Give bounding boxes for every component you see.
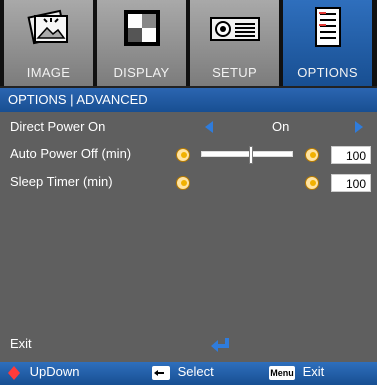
slider-knob[interactable] xyxy=(249,146,253,164)
row-sleep-timer[interactable]: Sleep Timer (min) 100 xyxy=(0,172,377,194)
left-arrow-icon[interactable] xyxy=(205,121,213,133)
display-icon xyxy=(123,10,160,46)
right-arrow-icon[interactable] xyxy=(355,121,363,133)
menu-key-icon: Menu xyxy=(269,365,295,380)
tab-setup-label: SETUP xyxy=(212,65,257,80)
footer-bar: UpDown Select Menu Exit xyxy=(0,362,377,385)
projector-osd-menu: IMAGE DISPLAY SETUP OPTIONS OPTIONS | AD… xyxy=(0,0,377,385)
footer-select: Select xyxy=(152,364,214,380)
footer-updown-label: UpDown xyxy=(29,364,80,379)
setup-icon xyxy=(209,17,260,41)
auto-power-off-value: 100 xyxy=(331,146,371,164)
increase-brightness-icon[interactable] xyxy=(305,176,319,190)
direct-power-on-label: Direct Power On xyxy=(10,119,106,134)
tab-options[interactable]: OPTIONS xyxy=(283,0,372,86)
auto-power-off-slider[interactable] xyxy=(201,151,293,157)
tab-display[interactable]: DISPLAY xyxy=(97,0,186,86)
enter-arrow-icon[interactable] xyxy=(210,336,232,354)
tab-options-label: OPTIONS xyxy=(297,65,358,80)
row-direct-power-on[interactable]: Direct Power On On xyxy=(0,117,377,139)
decrease-brightness-icon[interactable] xyxy=(176,148,190,162)
footer-exit: Menu Exit xyxy=(269,364,324,380)
sleep-timer-label: Sleep Timer (min) xyxy=(10,174,113,189)
menu-tabs: IMAGE DISPLAY SETUP OPTIONS xyxy=(0,0,377,86)
exit-label: Exit xyxy=(10,336,32,351)
tab-display-label: DISPLAY xyxy=(113,65,170,80)
decrease-brightness-icon[interactable] xyxy=(176,176,190,190)
menu-body: Direct Power On On Auto Power Off (min) … xyxy=(0,112,377,362)
row-exit[interactable]: Exit xyxy=(0,334,377,356)
footer-select-label: Select xyxy=(177,364,214,379)
tab-image-label: IMAGE xyxy=(26,65,71,80)
options-icon xyxy=(314,7,341,47)
section-title: OPTIONS | ADVANCED xyxy=(8,92,148,107)
tab-setup[interactable]: SETUP xyxy=(190,0,279,86)
footer-exit-label: Exit xyxy=(302,364,325,379)
row-auto-power-off[interactable]: Auto Power Off (min) 100 xyxy=(0,144,377,166)
updown-arrows-icon xyxy=(8,365,20,380)
image-icon xyxy=(26,9,68,45)
tab-image[interactable]: IMAGE xyxy=(4,0,93,86)
section-header: OPTIONS | ADVANCED xyxy=(0,88,377,112)
direct-power-on-value: On xyxy=(272,119,290,134)
increase-brightness-icon[interactable] xyxy=(305,148,319,162)
enter-key-icon xyxy=(152,365,170,380)
sleep-timer-value: 100 xyxy=(331,174,371,192)
footer-updown: UpDown xyxy=(8,364,79,380)
auto-power-off-label: Auto Power Off (min) xyxy=(10,146,132,161)
